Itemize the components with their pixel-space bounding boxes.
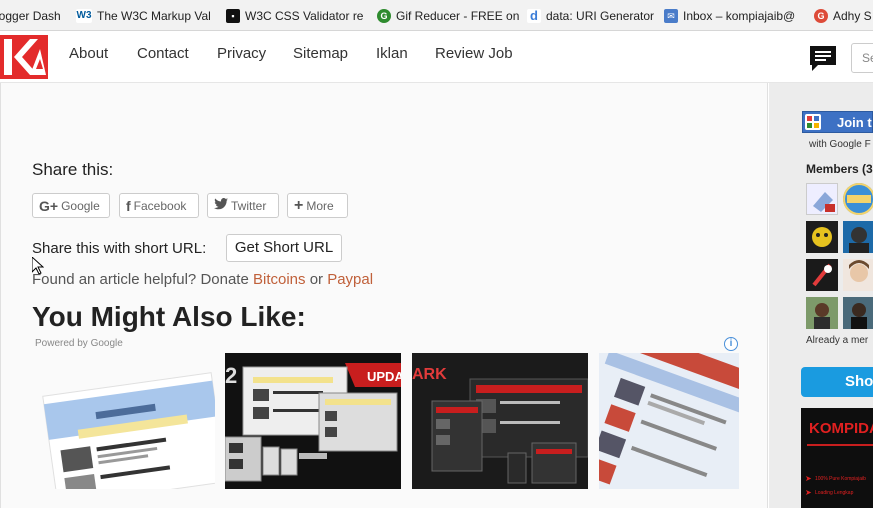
member-avatar[interactable] [806,221,838,253]
google-friend-connect-icon [805,114,821,130]
bookmark-label: logger Dash [0,9,60,23]
share-twitter-label: Twitter [231,198,267,213]
bookmark-label: Inbox – kompiajaib@ [683,9,796,23]
bookmark-item[interactable]: d data: URI Generator [527,8,656,24]
short-url-label: Share this with short URL: [32,240,207,257]
bookmark-item[interactable]: W3 The W3C Markup Val [76,8,213,24]
donate-prefix: Found an article helpful? Donate [32,271,249,288]
related-heading: You Might Also Like: [32,301,306,332]
adchoices-icon[interactable]: i [724,337,738,351]
svg-text:UPDA: UPDA [367,369,401,384]
banner-title: KOMPIDAI [809,420,873,437]
get-short-url-button[interactable]: Get Short URL [226,234,342,262]
twitter-icon [214,198,228,213]
related-post-thumbnail[interactable]: UPDA 2 [225,353,401,489]
plus-icon: + [294,196,304,214]
bookmark-item[interactable]: ✉ Inbox – kompiajaib@ [664,8,811,24]
bookmark-item[interactable]: logger Dash [0,8,60,24]
arrow-right-icon: ➤ [805,474,812,483]
member-avatar[interactable] [843,259,873,291]
share-facebook-label: Facebook [133,198,187,213]
member-avatar[interactable] [806,259,838,291]
share-heading: Share this: [32,160,114,179]
share-more-label: More [306,198,334,213]
search-input[interactable]: Se [851,43,873,73]
thumbnail-image [37,353,215,489]
google-plus-icon: G+ [39,197,59,214]
svg-text:ARK: ARK [412,366,447,383]
member-avatar[interactable] [843,221,873,253]
with-google-text: with Google F [809,139,871,150]
banner-divider [807,444,873,446]
share-twitter-button[interactable]: Twitter [207,193,279,218]
bitcoins-link[interactable]: Bitcoins [253,271,306,288]
share-facebook-button[interactable]: f Facebook [119,193,199,218]
donate-line: Found an article helpful? Donate Bitcoin… [32,271,373,288]
sidebar: Join t with Google F Members (3 Already … [769,83,873,508]
bookmarks-bar: logger Dash W3 The W3C Markup Val ▪ W3C … [0,0,873,31]
banner-line: 100% Pure Kompiajaib [815,476,866,482]
members-label: Members (3 [806,162,873,176]
bookmark-label: data: URI Generator [546,9,655,23]
bookmark-item[interactable]: G Gif Reducer - FREE on [377,8,523,24]
thumbnail-image: UPDA 2 [225,353,401,489]
share-google-label: Google [61,198,100,213]
svg-text:2: 2 [225,363,237,388]
nav-sitemap[interactable]: Sitemap [293,45,348,62]
site-logo[interactable] [0,35,48,79]
thumbnail-image [599,353,739,489]
chat-icon[interactable] [808,43,838,73]
arrow-right-icon: ➤ [805,488,812,497]
join-site-label: Join t [837,115,872,130]
nav-iklan[interactable]: Iklan [376,45,408,62]
nav-privacy[interactable]: Privacy [217,45,266,62]
site-header: About Contact Privacy Sitemap Iklan Revi… [0,31,873,83]
related-post-thumbnail[interactable]: ARK [412,353,588,489]
facebook-icon: f [126,197,131,214]
inbox-icon: ✉ [664,9,678,23]
bookmark-label: W3C CSS Validator re [245,9,364,23]
bookmark-label: The W3C Markup Val [97,9,211,23]
w3c-css-icon: ▪ [226,9,240,23]
member-avatar[interactable] [806,183,838,215]
donate-or: or [309,271,324,288]
bookmark-item[interactable]: G Adhy S [814,8,873,24]
share-google-button[interactable]: G+ Google [32,193,110,218]
bookmark-label: Adhy S [833,9,872,23]
kompidai-banner[interactable]: KOMPIDAI 100% Pure Kompiajaib Loading Le… [801,408,873,508]
data-uri-icon: d [527,9,541,23]
related-post-thumbnail[interactable] [37,353,215,489]
member-avatar[interactable] [806,297,838,329]
already-member-text: Already a mer [806,335,869,346]
show-button[interactable]: Sho [801,367,873,397]
google-plus-icon: G [814,9,828,23]
nav-review-job[interactable]: Review Job [435,45,513,62]
related-post-thumbnail[interactable] [599,353,739,489]
bookmark-label: Gif Reducer - FREE on [396,9,520,23]
thumbnail-image: ARK [412,353,588,489]
banner-line: Loading Lengkap [815,490,854,496]
kompiajaib-logo-icon [0,35,48,79]
member-avatar[interactable] [843,297,873,329]
nav-about[interactable]: About [69,45,108,62]
paypal-link[interactable]: Paypal [327,271,373,288]
bookmark-item[interactable]: ▪ W3C CSS Validator re [226,8,377,24]
member-avatar[interactable] [843,183,873,215]
share-more-button[interactable]: + More [287,193,348,218]
nav-contact[interactable]: Contact [137,45,189,62]
show-button-label: Sho [845,373,873,390]
main-content: Share this: G+ Google f Facebook Twitter… [0,83,768,508]
gif-reducer-icon: G [377,9,391,23]
join-site-button[interactable]: Join t [802,111,873,133]
powered-by-google: Powered by Google [35,338,123,349]
w3c-icon: W3 [76,9,92,23]
